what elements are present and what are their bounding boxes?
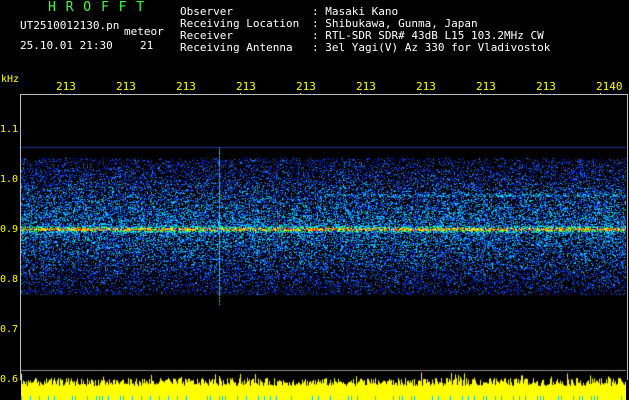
x-tick-label: 213 <box>56 80 76 93</box>
x-tick-label: 213 <box>476 80 496 93</box>
x-tick-label: 213 <box>416 80 436 93</box>
spectrogram-canvas <box>21 95 626 379</box>
y-tick-label: 0.9 <box>0 224 19 235</box>
datetime-label: 25.10.01 21:30 <box>20 39 113 52</box>
y-tick-label: 1.1 <box>0 124 19 135</box>
x-tick-label: 213 <box>236 80 256 93</box>
y-tick-label: 0.6 <box>0 374 19 385</box>
y-unit-label: kHz <box>1 74 20 85</box>
x-tick-label: 213 <box>536 80 556 93</box>
filename-label: UT2510012130.pn <box>20 19 120 32</box>
y-tick-label: 1.0 <box>0 174 19 185</box>
x-tick-label: 213 <box>296 80 316 93</box>
x-tick-label: 2140 <box>596 80 623 93</box>
app-title: H R O F F T <box>48 0 146 15</box>
antenna-value: : 3el Yagi(V) Az 330 for Vladivostok <box>312 41 551 54</box>
meteor-label: meteor <box>124 25 164 38</box>
antenna-label: Receiving Antenna <box>180 41 293 54</box>
meteor-count: 21 <box>140 39 154 52</box>
y-tick-label: 0.7 <box>0 324 19 335</box>
x-tick-label: 213 <box>176 80 196 93</box>
x-tick-label: 213 <box>356 80 376 93</box>
x-tick-label: 213 <box>116 80 136 93</box>
signal-level-trace <box>21 369 626 400</box>
spectrogram-window: H R O F F T UT2510012130.pn meteor 25.10… <box>0 0 629 400</box>
y-tick-label: 0.8 <box>0 274 19 285</box>
